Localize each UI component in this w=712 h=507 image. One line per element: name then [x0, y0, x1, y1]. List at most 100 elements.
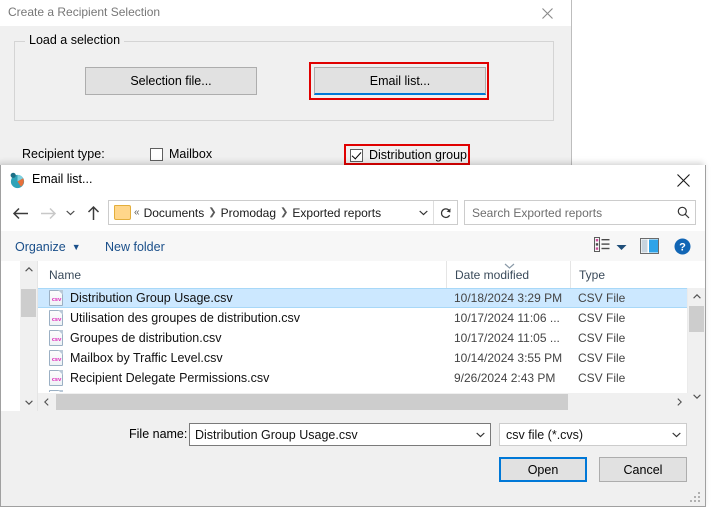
distribution-group-highlight: Distribution group	[344, 144, 470, 165]
table-row[interactable]: General Mailbox Content.csv 9/23/2024 10…	[38, 388, 688, 392]
navigation-pane	[1, 261, 38, 411]
promodag-logo-icon	[9, 172, 26, 189]
svg-text:?: ?	[679, 242, 686, 254]
arrow-left-icon[interactable]	[7, 200, 33, 226]
chevron-down-icon[interactable]	[20, 394, 37, 411]
csv-file-icon	[49, 310, 64, 326]
organize-button[interactable]: Organize ▼	[15, 236, 81, 257]
file-dialog-navbar: « Documents ❯ Promodag ❯ Exported report…	[1, 195, 705, 231]
table-row[interactable]: Recipient Delegate Permissions.csv 9/26/…	[38, 368, 688, 388]
file-name-cell[interactable]: Mailbox by Traffic Level.csv	[49, 350, 223, 366]
checkbox-distribution-group-box[interactable]	[350, 148, 363, 162]
cancel-button[interactable]: Cancel	[599, 457, 687, 482]
file-name-label: Mailbox by Traffic Level.csv	[70, 351, 223, 365]
help-icon[interactable]: ?	[674, 238, 691, 260]
navigation-pane-scroll-thumb[interactable]	[21, 289, 36, 317]
chevron-down-icon[interactable]	[666, 424, 686, 445]
table-row[interactable]: Distribution Group Usage.csv 10/18/2024 …	[38, 288, 688, 308]
file-name-cell[interactable]: Utilisation des groupes de distribution.…	[49, 310, 300, 326]
chevron-down-icon[interactable]	[61, 200, 79, 226]
new-folder-button[interactable]: New folder	[105, 236, 165, 257]
file-list-hscroll-thumb[interactable]	[56, 394, 568, 410]
resize-grip[interactable]	[690, 492, 702, 504]
file-date-cell: 10/14/2024 3:55 PM	[454, 351, 563, 365]
recipient-type-label: Recipient type:	[22, 147, 105, 161]
file-dialog-main-area: Name Date modified Type Distribution Gro…	[1, 261, 705, 411]
breadcrumb-item-promodag[interactable]: Promodag	[221, 206, 276, 220]
file-dialog-title: Email list...	[32, 172, 93, 186]
file-date-cell: 9/23/2024 10:35 AM	[454, 391, 561, 392]
file-name-label: General Mailbox Content.csv	[70, 391, 231, 392]
parent-dialog-titlebar: Create a Recipient Selection	[0, 0, 571, 26]
breadcrumb-overflow[interactable]: «	[134, 207, 140, 218]
parent-dialog-body: Load a selection Selection file... Email…	[0, 26, 570, 181]
file-name-cell[interactable]: General Mailbox Content.csv	[49, 390, 231, 392]
navigation-pane-scrollbar[interactable]	[20, 261, 37, 411]
csv-file-icon	[49, 350, 64, 366]
checkbox-distribution-group[interactable]: Distribution group	[350, 148, 467, 162]
file-dialog-titlebar: Email list...	[1, 165, 705, 195]
view-list-icon[interactable]	[594, 237, 610, 257]
file-list-horizontal-scrollbar[interactable]	[38, 393, 688, 411]
file-type-value: csv file (*.cvs)	[506, 427, 584, 442]
create-recipient-selection-dialog: Create a Recipient Selection Load a sele…	[0, 0, 572, 181]
checkbox-mailbox[interactable]: Mailbox	[150, 147, 212, 161]
checkbox-mailbox-label: Mailbox	[169, 147, 213, 161]
chevron-down-icon[interactable]	[688, 388, 705, 405]
csv-file-icon	[49, 390, 63, 392]
chevron-left-icon[interactable]	[38, 393, 55, 411]
file-name-combobox[interactable]	[189, 423, 491, 446]
breadcrumb-item-exported-reports[interactable]: Exported reports	[292, 206, 381, 220]
file-name-cell[interactable]: Distribution Group Usage.csv	[49, 290, 233, 306]
close-icon[interactable]	[661, 165, 705, 195]
address-bar[interactable]: « Documents ❯ Promodag ❯ Exported report…	[108, 200, 458, 225]
caret-down-icon[interactable]	[616, 238, 627, 256]
breadcrumb-item-documents[interactable]: Documents	[144, 206, 205, 220]
breadcrumb: « Documents ❯ Promodag ❯ Exported report…	[134, 206, 413, 220]
file-type-cell: CSV File	[578, 391, 625, 392]
file-list-vertical-scrollbar[interactable]	[687, 288, 705, 411]
file-name-cell[interactable]: Groupes de distribution.csv	[49, 330, 221, 346]
refresh-icon[interactable]	[433, 201, 457, 224]
search-input[interactable]	[465, 204, 671, 221]
chevron-up-icon[interactable]	[20, 261, 37, 278]
open-button[interactable]: Open	[499, 457, 587, 482]
file-type-cell: CSV File	[578, 311, 626, 325]
checkbox-mailbox-box[interactable]	[150, 147, 163, 161]
file-type-combobox[interactable]: csv file (*.cvs)	[499, 423, 687, 446]
close-icon[interactable]	[527, 0, 567, 26]
table-row[interactable]: Utilisation des groupes de distribution.…	[38, 308, 688, 328]
file-date-cell: 10/17/2024 11:05 ...	[454, 331, 560, 345]
selection-file-button[interactable]: Selection file...	[85, 67, 257, 95]
file-name-label: Groupes de distribution.csv	[70, 331, 222, 345]
csv-file-icon	[49, 370, 64, 386]
view-options-button[interactable]	[594, 237, 627, 257]
csv-file-icon	[49, 330, 64, 346]
folder-icon	[114, 205, 131, 220]
file-name-label: Utilisation des groupes de distribution.…	[70, 311, 300, 325]
file-date-cell: 9/26/2024 2:43 PM	[454, 371, 556, 385]
file-list-scroll-thumb[interactable]	[689, 306, 704, 332]
search-icon[interactable]	[671, 201, 695, 224]
file-name-input[interactable]	[190, 426, 470, 443]
table-row[interactable]: Groupes de distribution.csv 10/17/2024 1…	[38, 328, 688, 348]
file-name-cell[interactable]: Recipient Delegate Permissions.csv	[49, 370, 269, 386]
arrow-up-icon[interactable]	[81, 200, 105, 226]
column-header-type[interactable]: Type	[570, 261, 696, 288]
file-name-label: Recipient Delegate Permissions.csv	[70, 371, 270, 385]
preview-pane-icon[interactable]	[640, 238, 659, 259]
chevron-down-icon[interactable]	[470, 424, 490, 445]
search-box[interactable]	[464, 200, 696, 225]
file-type-cell: CSV File	[578, 371, 626, 385]
chevron-down-icon[interactable]	[413, 201, 433, 224]
table-row[interactable]: Mailbox by Traffic Level.csv 10/14/2024 …	[38, 348, 688, 368]
file-dialog-command-bar: Organize ▼ New folder ?	[1, 231, 705, 262]
load-a-selection-legend: Load a selection	[25, 33, 125, 47]
chevron-up-icon[interactable]	[688, 288, 705, 305]
chevron-right-icon[interactable]	[671, 393, 688, 411]
parent-dialog-title: Create a Recipient Selection	[8, 5, 161, 19]
sort-ascending-icon	[504, 261, 515, 271]
email-list-button[interactable]: Email list...	[314, 67, 486, 95]
column-header-name[interactable]: Name	[38, 261, 446, 288]
file-list-column-headers: Name Date modified Type	[38, 261, 688, 289]
